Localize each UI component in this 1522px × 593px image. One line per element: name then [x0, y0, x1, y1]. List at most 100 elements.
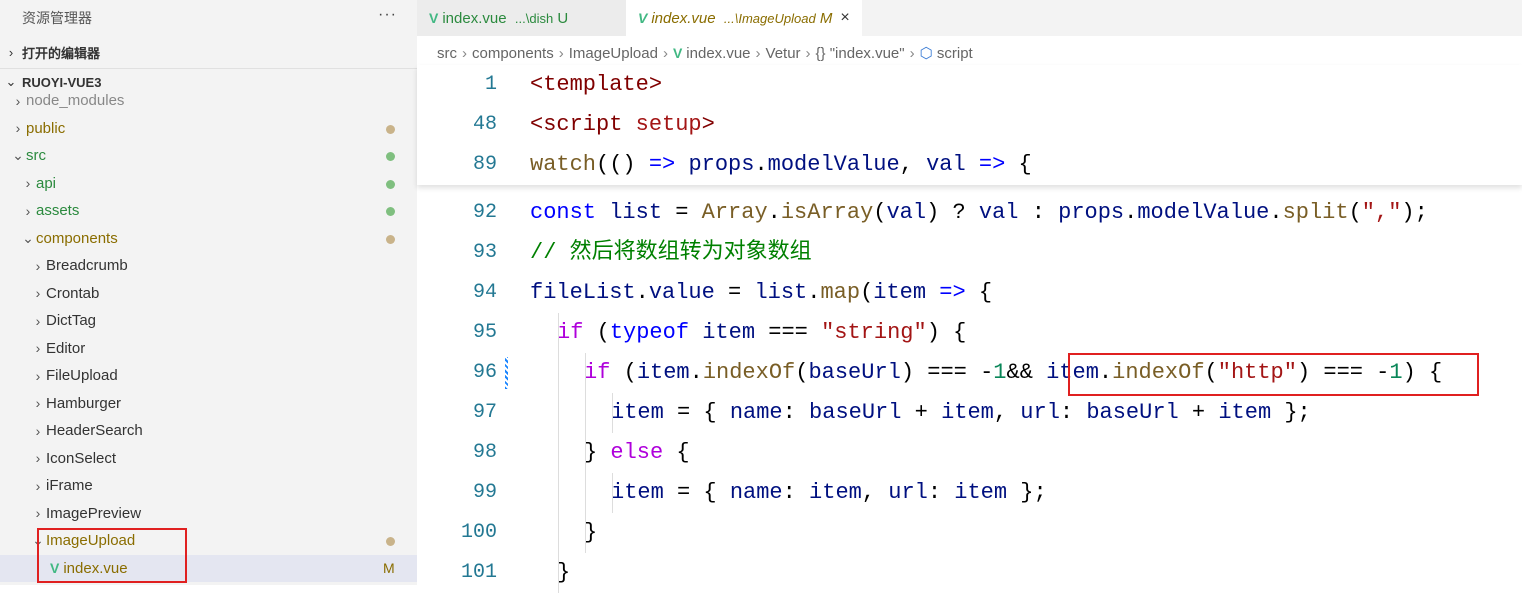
tree-item[interactable]: › Editor — [0, 335, 417, 362]
code-token: ( — [1348, 200, 1362, 225]
code-token: fileList — [530, 280, 636, 305]
code-token: = { — [663, 480, 730, 505]
code-token: url — [1020, 400, 1060, 425]
tree-item-label: FileUpload — [46, 367, 118, 384]
code-line[interactable]: const list = Array.isArray(val) ? val : … — [530, 193, 1428, 233]
code-line[interactable]: fileList.value = list.map(item => { — [530, 273, 992, 313]
code-token: + — [1178, 400, 1219, 425]
chevron-right-icon: › — [35, 340, 41, 356]
git-status-dot — [386, 537, 395, 546]
code-token: . — [807, 280, 821, 305]
code-token: baseUrl — [1086, 400, 1179, 425]
code-line[interactable]: } else { — [584, 433, 690, 473]
tree-item[interactable]: › FileUpload — [0, 362, 417, 389]
tree-item[interactable]: › IconSelect — [0, 445, 417, 472]
tree-item-label: api — [36, 174, 57, 192]
sticky-scroll-header: 1 <template> 48 <script setup> 89 watch(() =>… — [417, 65, 1522, 185]
chevron-right-icon: › — [25, 175, 31, 191]
more-actions-icon[interactable]: ··· — [378, 6, 397, 24]
breadcrumb-separator-icon: › — [462, 44, 467, 62]
open-editors-section[interactable]: › 打开的编辑器 — [0, 36, 417, 69]
breadcrumb-separator-icon: › — [662, 44, 668, 62]
code-token: }; — [1271, 400, 1311, 425]
tab-imageupload-index-vue[interactable]: Vindex.vue ...\ImageUpload M × — [626, 0, 862, 36]
tree-item[interactable]: › DictTag — [0, 307, 417, 334]
code-line[interactable]: // 然后将数组转为对象数组 — [530, 233, 812, 273]
tree-item-label: src — [26, 147, 46, 164]
code-token: "," — [1361, 200, 1402, 225]
code-token: => — [939, 280, 966, 305]
breadcrumb: src › components › ImageUpload › Vindex.vue › Ve… — [417, 38, 1522, 68]
code-token: item — [873, 280, 927, 305]
code-line[interactable]: if (typeof item === "string") { — [557, 313, 966, 353]
breadcrumb-separator-icon: › — [909, 44, 915, 62]
tree-item[interactable]: › iFrame — [0, 472, 417, 499]
tree-item[interactable]: › HeaderSearch — [0, 417, 417, 444]
tree-item-label: ImagePreview — [46, 504, 142, 522]
code-line[interactable]: <script setup> — [530, 105, 715, 145]
code-token: props — [1058, 200, 1125, 225]
tree-item[interactable]: › ImagePreview — [0, 500, 417, 527]
indent-guide — [558, 393, 559, 433]
explorer-title: 资源管理器 — [22, 10, 92, 26]
breadcrumb-item[interactable]: src — [437, 45, 457, 62]
modified-gutter-marker — [505, 357, 508, 389]
tree-item[interactable]: › api — [0, 170, 417, 197]
code-line[interactable]: item = { name: item, url: item }; — [611, 473, 1047, 513]
line-number: 97 — [472, 401, 497, 424]
code-token: { — [663, 440, 690, 465]
tree-item[interactable]: ⌄ src — [0, 142, 417, 169]
indent-guide — [558, 353, 559, 393]
indent-guide — [558, 313, 559, 353]
git-status-dot — [386, 124, 395, 134]
indent-guide — [585, 433, 586, 473]
breadcrumb-separator-icon: › — [558, 44, 564, 62]
tree-item-label: DictTag — [46, 312, 97, 329]
code-line[interactable]: watch(() => props.modelValue, val => { — [530, 145, 1032, 185]
chevron-right-icon: › — [35, 505, 41, 521]
code-token: ( — [873, 200, 887, 225]
chevron-right-icon: › — [25, 202, 31, 219]
code-token: : — [1018, 200, 1059, 225]
breadcrumb-item[interactable]: script — [937, 45, 973, 62]
code-token: ( — [860, 280, 874, 305]
tree-item[interactable]: › Breadcrumb — [0, 252, 417, 279]
breadcrumb-item[interactable]: {} "index.vue" — [816, 45, 905, 62]
code-token: . — [754, 152, 768, 177]
tab-dish-index-vue[interactable]: Vindex.vue ...\dish U — [417, 0, 626, 36]
explorer-sidebar: 资源管理器 ··· › 打开的编辑器 ⌄ RUOYI-VUE3 › node_mod… — [0, 0, 417, 585]
tree-item[interactable]: › node_modules — [0, 87, 417, 114]
tree-item[interactable]: › Hamburger — [0, 390, 417, 417]
breadcrumb-item[interactable]: Vetur — [766, 45, 801, 62]
vue-file-icon: V — [429, 10, 439, 26]
tree-item[interactable]: › Crontab — [0, 280, 417, 307]
code-token: item — [611, 480, 664, 505]
breadcrumb-item[interactable]: index.vue — [686, 45, 750, 62]
close-tab-icon[interactable]: × — [840, 9, 849, 27]
code-token: . — [635, 280, 649, 305]
indent-guide — [585, 393, 586, 433]
breadcrumb-item[interactable]: ImageUpload — [569, 45, 658, 62]
chevron-right-icon: › — [15, 120, 21, 136]
code-token: baseUrl — [809, 400, 902, 425]
breadcrumb-item[interactable]: components — [472, 45, 554, 62]
code-line[interactable]: item = { name: baseUrl + item, url: base… — [611, 393, 1311, 433]
tree-item[interactable]: › public — [0, 115, 417, 142]
git-status-dot — [386, 179, 395, 189]
tree-item[interactable]: ⌄ components — [0, 225, 417, 252]
tree-item-label: IconSelect — [46, 449, 117, 467]
code-token: }; — [1007, 480, 1047, 505]
tree-item-label: components — [36, 229, 118, 247]
code-token: . — [1269, 200, 1283, 225]
code-token: const — [530, 200, 597, 225]
tree-item[interactable]: › assets — [0, 197, 417, 224]
code-token: "string" — [821, 320, 927, 345]
code-line[interactable]: <template> — [530, 65, 662, 105]
code-token: <script — [530, 112, 636, 137]
indent-guide — [585, 473, 586, 513]
line-number: 95 — [472, 321, 497, 344]
breadcrumb-separator-icon: › — [805, 44, 811, 62]
code-token: : — [782, 400, 810, 425]
